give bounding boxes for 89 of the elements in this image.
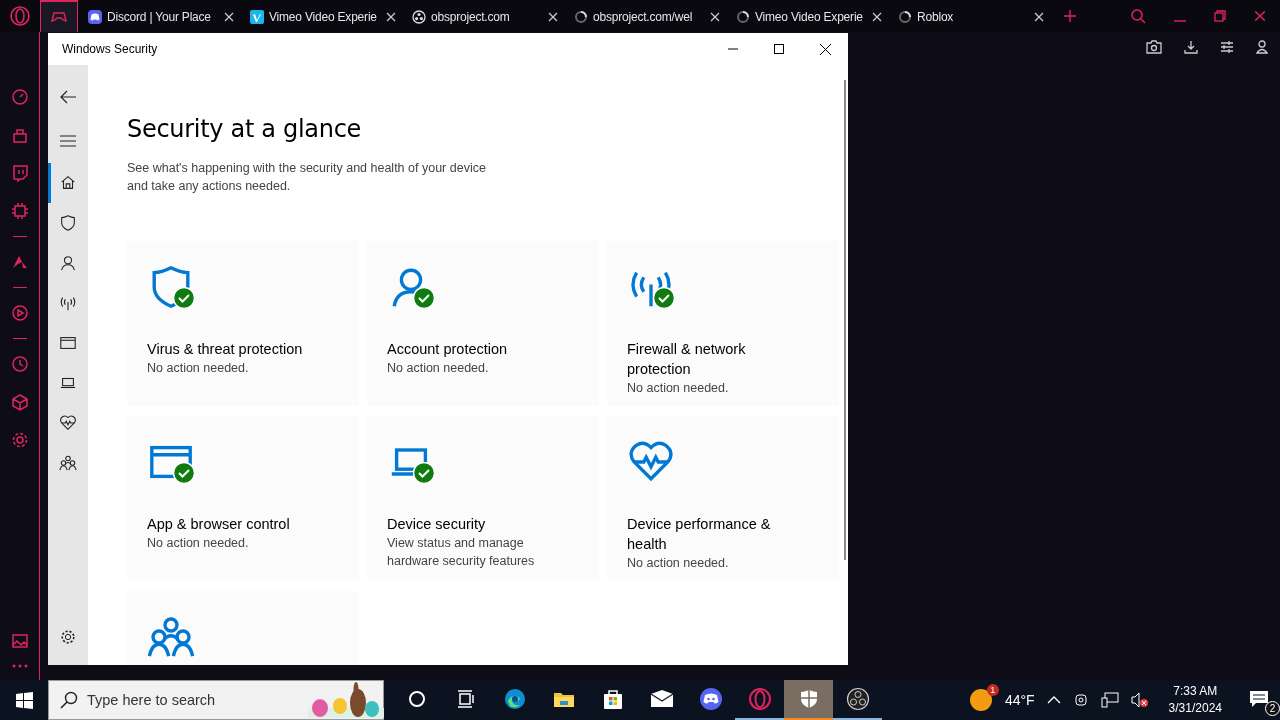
status-card[interactable]: Device security View status and manage hardware security features [367,416,599,581]
browser-tab[interactable]: Discord | Your Place [82,0,240,32]
clock-icon[interactable] [10,355,29,373]
chevron-up-icon[interactable] [1046,696,1061,704]
opera-icon [747,687,772,711]
page-heading: Security at a glance [127,115,363,143]
play-icon[interactable] [10,304,29,322]
heart-pulse-icon [59,414,77,432]
card-title: Device performance & health [627,515,772,554]
obs-icon [412,10,426,24]
card-title: Firewall & network protection [627,340,747,379]
vimeo-icon [250,10,264,24]
sun-icon [968,688,993,712]
card-status: View status and manage hardware security features [387,535,536,570]
person-icon [59,254,77,272]
tab-title: Roblox [917,10,955,24]
family-icon [59,454,77,472]
speed-dial-icon[interactable] [10,88,29,106]
sliders-icon[interactable] [1220,40,1234,54]
card-status: No action needed. [627,555,730,572]
download-icon[interactable] [1184,40,1198,54]
browser-tab[interactable]: Vimeo Video Experie [730,0,888,32]
speaker-muted-icon[interactable] [1130,692,1149,708]
card-title: Account protection [387,340,509,359]
camera-icon[interactable] [1072,692,1089,708]
tab-title: Vimeo Video Experie [755,10,864,24]
tab-title: obsproject.com/wel [593,10,694,24]
search-icon [60,691,78,709]
maximize-icon[interactable] [774,44,784,54]
home-icon [59,174,77,192]
time: 7:33 AM [1173,683,1218,700]
gamepad-icon [51,11,67,23]
discord-icon [88,10,102,24]
loading-icon [574,10,588,24]
settings-icon[interactable] [60,629,76,645]
back-arrow-icon[interactable] [60,90,76,104]
close-icon[interactable] [819,43,831,55]
scrollbar[interactable] [844,80,846,560]
browser-tab[interactable]: obsproject.com [406,0,564,32]
menu-icon[interactable] [60,135,76,147]
new-tab-icon[interactable] [1064,10,1076,22]
temperature[interactable]: 44°F [1004,692,1035,708]
restore-icon[interactable] [1214,10,1226,22]
twitch-icon[interactable] [10,164,29,182]
window-title: Windows Security [61,42,159,56]
camera-icon[interactable] [1146,40,1162,54]
search-field[interactable]: Type here to search [48,680,384,720]
card-title: Virus & threat protection [147,340,304,359]
status-card[interactable]: Device performance & health No action needed. [607,416,839,581]
obs-icon [845,687,870,711]
status-card[interactable]: Account protection No action needed. [367,241,599,406]
browser-window-icon [59,334,77,352]
card-title: Device security [387,515,487,534]
cube-icon[interactable] [10,393,29,411]
tab-title: Vimeo Video Experie [269,10,378,24]
card-title: App & browser control [147,515,291,534]
loading-icon [898,10,912,24]
notification-badge: 1 [986,684,999,696]
browser-tab[interactable] [40,0,78,32]
cleaner-icon[interactable] [10,126,29,144]
more-icon[interactable] [10,664,29,668]
status-card[interactable]: Firewall & network protection No action needed. [607,241,839,406]
tab-title: obsproject.com [431,10,511,24]
shield-icon [59,214,77,232]
tab-title: Discord | Your Place [107,10,212,24]
windows-logo-icon[interactable] [15,691,33,709]
image-icon[interactable] [10,632,29,650]
clock[interactable]: 7:33 AM 3/31/2024 [1168,683,1222,717]
card-status: No action needed. [147,360,250,377]
discord-icon [698,687,723,711]
card-status: No action needed. [387,360,490,377]
status-card[interactable]: Virus & threat protection No action needed. [127,241,359,406]
browser-tab[interactable]: Vimeo Video Experie [244,0,402,32]
edge-icon [502,687,527,711]
card-status: No action needed. [147,535,250,552]
opera-logo-icon[interactable] [10,6,30,26]
status-card[interactable]: App & browser control No action needed. [127,416,359,581]
loading-icon [736,10,750,24]
date: 3/31/2024 [1168,700,1222,717]
network-icon[interactable] [1100,692,1119,708]
notifications-icon[interactable] [1248,688,1270,710]
search-icon[interactable] [1131,8,1146,24]
notification-count: 2 [1265,701,1280,716]
browser-tab[interactable]: Roblox [892,0,1050,32]
page-description: See what's happening with the security and health of your device and take any actions needed. [127,160,487,195]
chip-icon[interactable] [10,202,29,220]
browser-tab[interactable]: obsproject.com/wel [568,0,726,32]
person-icon[interactable] [1256,40,1268,54]
card-status: No action needed. [627,380,730,397]
